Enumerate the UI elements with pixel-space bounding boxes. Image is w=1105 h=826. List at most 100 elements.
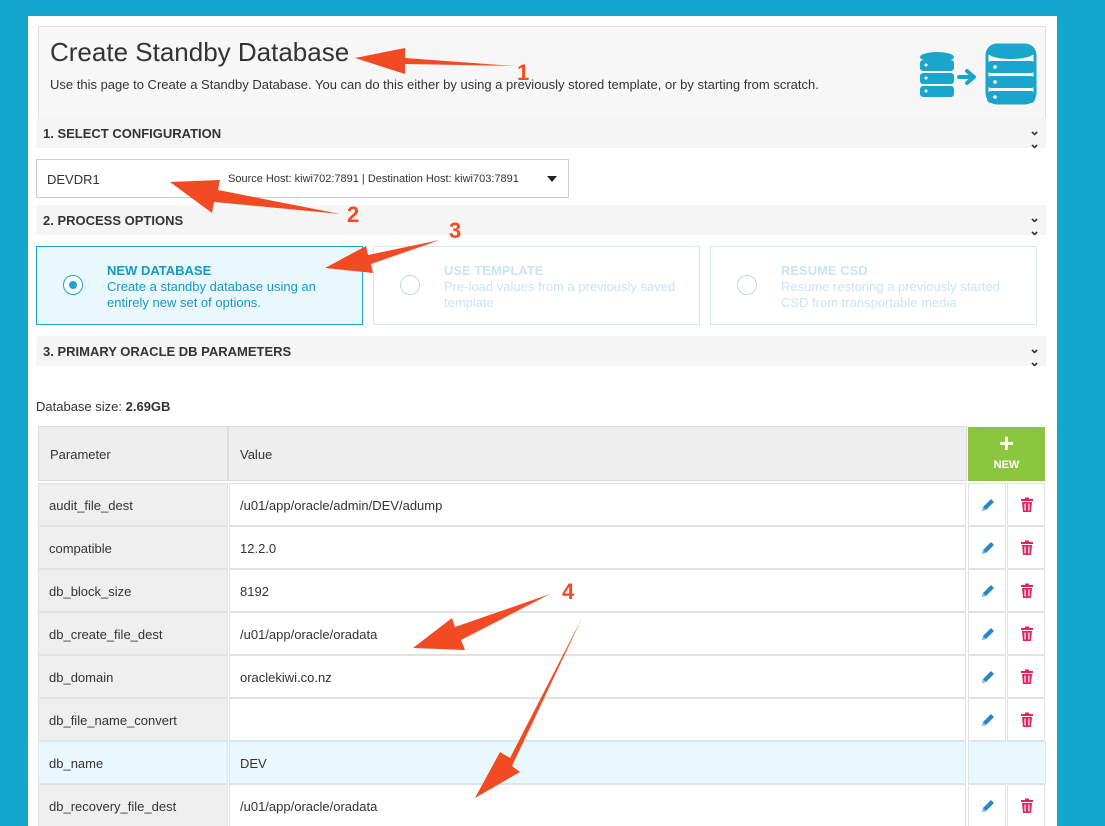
- table-row[interactable]: db_block_size 8192: [38, 569, 1046, 612]
- delete-button[interactable]: [1007, 569, 1045, 612]
- page-header: Create Standby Database Use this page to…: [38, 26, 1046, 127]
- annotation-number-3: 3: [449, 218, 462, 243]
- database-transfer-icon: [920, 43, 1037, 105]
- column-header-text: Parameter: [50, 447, 111, 462]
- parameter-name: db_block_size: [49, 584, 132, 599]
- pencil-icon: [982, 671, 994, 683]
- delete-button[interactable]: [1007, 612, 1045, 655]
- pencil-icon: [982, 585, 994, 597]
- new-button-label: NEW: [993, 459, 1020, 471]
- section-primary-params[interactable]: 3. PRIMARY ORACLE DB PARAMETERS ⌄ ⌄: [36, 336, 1046, 368]
- radio-button[interactable]: [63, 275, 83, 295]
- row-actions: [968, 612, 1046, 655]
- column-header-text: Value: [240, 447, 273, 462]
- value-cell: /u01/app/oracle/admin/DEV/adump: [229, 483, 966, 526]
- row-actions: [968, 569, 1046, 612]
- pencil-icon: [982, 800, 994, 812]
- value-cell: /u01/app/oracle/oradata: [229, 612, 966, 655]
- row-actions: [968, 655, 1046, 698]
- annotation-number-4: 4: [562, 579, 575, 604]
- parameter-cell: db_file_name_convert: [38, 698, 228, 741]
- trash-icon: [1021, 497, 1033, 512]
- edit-button[interactable]: [968, 569, 1006, 612]
- value-cell: DEV: [229, 741, 966, 784]
- table-row[interactable]: db_create_file_dest /u01/app/oracle/orad…: [38, 612, 1046, 655]
- parameter-name: audit_file_dest: [49, 498, 133, 513]
- new-parameter-button[interactable]: + NEW: [968, 427, 1045, 481]
- parameter-name: db_create_file_dest: [49, 627, 163, 642]
- section-title: 3. PRIMARY ORACLE DB PARAMETERS: [43, 344, 292, 359]
- parameter-value: /u01/app/oracle/oradata: [240, 627, 378, 642]
- configuration-hosts: Source Host: kiwi702:7891 | Destination …: [228, 173, 519, 185]
- annotation-number-1: 1: [517, 60, 530, 85]
- edit-button[interactable]: [968, 526, 1006, 569]
- parameter-value: /u01/app/oracle/oradata: [240, 799, 378, 814]
- page-description: Use this page to Create a Standby Databa…: [50, 77, 819, 92]
- parameter-cell: db_domain: [38, 655, 228, 698]
- delete-button[interactable]: [1007, 698, 1045, 741]
- delete-button[interactable]: [1007, 655, 1045, 698]
- option-resume-csd[interactable]: RESUME CSD Resume restoring a previously…: [710, 246, 1037, 325]
- table-row[interactable]: db_domain oraclekiwi.co.nz: [38, 655, 1046, 698]
- pencil-icon: [982, 499, 994, 511]
- chevron-double-down-icon[interactable]: ⌄ ⌄: [1029, 124, 1040, 150]
- database-size: Database size: 2.69GB: [36, 399, 170, 414]
- radio-button[interactable]: [737, 275, 757, 295]
- delete-button[interactable]: [1007, 483, 1045, 526]
- section-title: 2. PROCESS OPTIONS: [43, 213, 184, 228]
- configuration-select[interactable]: DEVDR1 Source Host: kiwi702:7891 | Desti…: [36, 159, 569, 198]
- value-cell: oraclekiwi.co.nz: [229, 655, 966, 698]
- chevron-double-down-icon[interactable]: ⌄ ⌄: [1029, 211, 1040, 237]
- plus-icon: +: [998, 428, 1015, 458]
- option-title: RESUME CSD: [781, 263, 868, 278]
- parameter-value: oraclekiwi.co.nz: [240, 670, 332, 685]
- pencil-icon: [982, 714, 994, 726]
- row-actions: [968, 526, 1046, 569]
- trash-icon: [1021, 669, 1033, 684]
- main-panel: Create Standby Database Use this page to…: [28, 16, 1057, 826]
- parameter-cell: compatible: [38, 526, 228, 569]
- row-actions: [968, 698, 1046, 741]
- parameter-name: db_name: [49, 756, 104, 771]
- table-row[interactable]: db_name DEV: [38, 741, 1046, 784]
- page-title: Create Standby Database: [50, 37, 350, 67]
- section-process-options[interactable]: 2. PROCESS OPTIONS ⌄ ⌄: [36, 205, 1046, 237]
- table-row[interactable]: db_recovery_file_dest /u01/app/oracle/or…: [38, 784, 1046, 826]
- radio-button[interactable]: [400, 275, 420, 295]
- database-size-label: Database size:: [36, 399, 122, 414]
- parameter-cell: audit_file_dest: [38, 483, 228, 526]
- parameter-name: db_domain: [49, 670, 114, 685]
- trash-icon: [1021, 583, 1033, 598]
- column-header-parameter: Parameter: [38, 426, 228, 481]
- section-select-configuration[interactable]: 1. SELECT CONFIGURATION ⌄ ⌄: [36, 118, 1046, 150]
- edit-button[interactable]: [968, 784, 1006, 826]
- option-description: Create a standby database using an entir…: [107, 279, 316, 310]
- delete-button[interactable]: [1007, 784, 1045, 826]
- table-row[interactable]: compatible 12.2.0: [38, 526, 1046, 569]
- trash-icon: [1021, 798, 1033, 813]
- edit-button[interactable]: [968, 612, 1006, 655]
- table-row[interactable]: db_file_name_convert: [38, 698, 1046, 741]
- option-new-database[interactable]: NEW DATABASE Create a standby database u…: [36, 246, 363, 325]
- caret-down-icon: [547, 176, 557, 182]
- edit-button[interactable]: [968, 655, 1006, 698]
- annotation-number-2: 2: [347, 202, 360, 227]
- edit-button[interactable]: [968, 698, 1006, 741]
- table-row[interactable]: audit_file_dest /u01/app/oracle/admin/DE…: [38, 483, 1046, 526]
- delete-button[interactable]: [1007, 526, 1045, 569]
- column-header-value: Value: [228, 426, 967, 481]
- option-description: Pre-load values from a previously saved …: [444, 279, 676, 310]
- parameter-value: DEV: [240, 756, 267, 771]
- row-actions: [968, 741, 1046, 784]
- value-cell: 8192: [229, 569, 966, 612]
- option-title: USE TEMPLATE: [444, 263, 544, 278]
- chevron-double-down-icon[interactable]: ⌄ ⌄: [1029, 342, 1040, 368]
- row-actions: [968, 784, 1046, 826]
- option-description: Resume restoring a previously started CS…: [781, 279, 1000, 310]
- trash-icon: [1021, 626, 1033, 641]
- parameter-cell: db_recovery_file_dest: [38, 784, 228, 826]
- option-use-template[interactable]: USE TEMPLATE Pre-load values from a prev…: [373, 246, 700, 325]
- parameter-cell: db_create_file_dest: [38, 612, 228, 655]
- value-cell: /u01/app/oracle/oradata: [229, 784, 966, 826]
- edit-button[interactable]: [968, 483, 1006, 526]
